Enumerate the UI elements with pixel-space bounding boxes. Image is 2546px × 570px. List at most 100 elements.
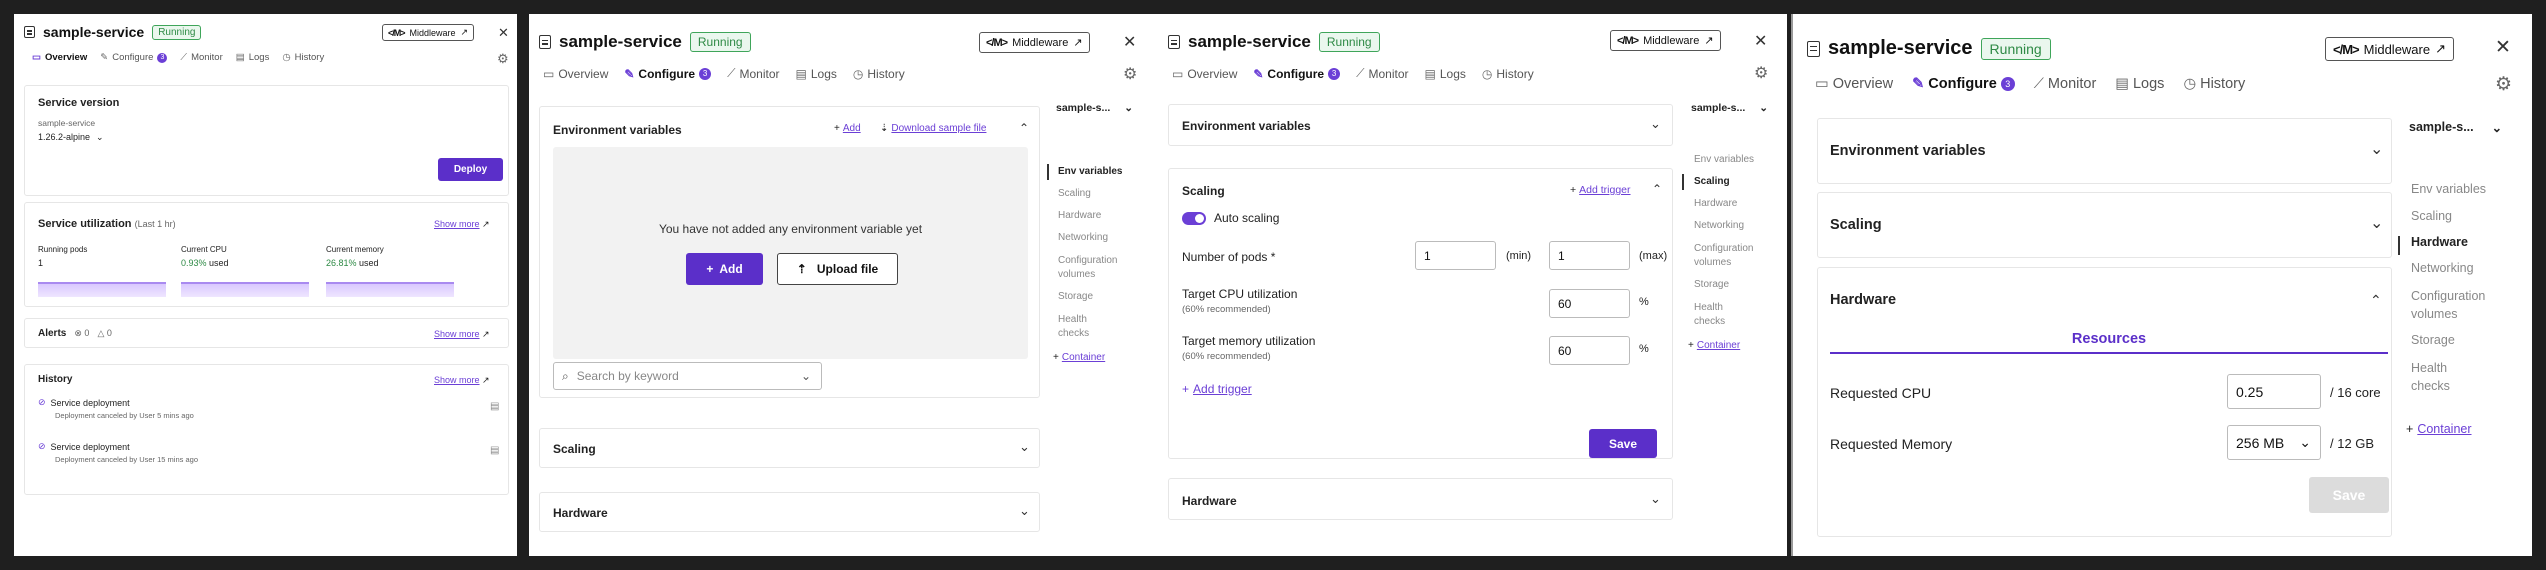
middleware-button[interactable]: </M> Middleware ↗ [1610, 30, 1721, 51]
middleware-logo-icon: </M> [388, 27, 405, 38]
side-nav-networking[interactable]: Networking [2411, 261, 2474, 275]
chevron-down-icon[interactable]: ⌄ [1650, 491, 1661, 507]
tab-monitor[interactable]: ⟋ Monitor [2034, 76, 2097, 92]
cpu-target-input[interactable]: 60 [1549, 289, 1630, 318]
memory-target-input[interactable]: 60 [1549, 336, 1630, 365]
tab-logs[interactable]: ▤ Logs [1425, 67, 1466, 81]
chevron-down-icon[interactable]: ⌄ [1019, 439, 1030, 455]
pods-max-input[interactable]: 1 [1549, 241, 1630, 270]
save-button[interactable]: Save [2309, 477, 2389, 513]
add-container-link[interactable]: + Container [2406, 422, 2472, 436]
side-nav-scaling[interactable]: Scaling [2411, 209, 2452, 223]
gear-icon[interactable]: ⚙ [1754, 63, 1768, 83]
chevron-up-icon[interactable]: ⌃ [1652, 182, 1662, 196]
add-env-button[interactable]: + Add [686, 253, 763, 285]
side-nav-scaling[interactable]: Scaling [1058, 188, 1091, 199]
middleware-button[interactable]: </M> Middleware ↗ [382, 24, 475, 41]
tab-history[interactable]: ◷ History [2183, 76, 2245, 92]
side-nav-hardware[interactable]: Hardware [1694, 198, 1737, 209]
side-nav-config-volumes[interactable]: Configuration volumes [1694, 242, 1769, 270]
chevron-down-icon[interactable]: ⌄ [2370, 213, 2383, 233]
tab-logs[interactable]: ▤ Logs [2115, 76, 2164, 92]
container-select[interactable]: sample-s... ⌄ [1056, 102, 1133, 114]
side-nav-scaling[interactable]: Scaling [1694, 176, 1730, 187]
side-nav-networking[interactable]: Networking [1694, 220, 1744, 231]
document-icon[interactable]: ▤ [490, 401, 499, 412]
save-button[interactable]: Save [1589, 429, 1657, 458]
tab-resources[interactable]: Resources [1830, 331, 2388, 347]
scaling-card[interactable]: Scaling ⌄ [1817, 192, 2392, 258]
version-select[interactable]: 1.26.2-alpine ⌄ [38, 132, 104, 143]
chevron-up-icon[interactable]: ⌃ [2370, 292, 2382, 309]
side-nav-config-volumes[interactable]: Configuration volumes [2411, 287, 2506, 323]
tab-monitor[interactable]: ⟋ Monitor [180, 52, 222, 63]
side-nav-health-checks[interactable]: Health checks [1058, 313, 1108, 341]
tab-history[interactable]: ◷ History [282, 52, 324, 63]
side-nav-storage[interactable]: Storage [1058, 291, 1093, 302]
container-select[interactable]: sample-s... ⌄ [1691, 102, 1768, 114]
utilization-show-more[interactable]: Show more ↗ [434, 219, 490, 230]
search-input[interactable]: ⌕ Search by keyword ⌄ [553, 362, 822, 390]
hardware-card[interactable]: Hardware ⌄ [1168, 478, 1673, 520]
side-nav-hardware[interactable]: Hardware [2411, 235, 2468, 249]
env-add-link[interactable]: + Add [834, 123, 861, 134]
pods-min-input[interactable]: 1 [1415, 241, 1496, 270]
history-show-more[interactable]: Show more ↗ [434, 375, 490, 386]
document-icon[interactable]: ▤ [490, 445, 499, 456]
upload-file-button[interactable]: ⇡ Upload file [777, 253, 898, 285]
chevron-down-icon[interactable]: ⌄ [1650, 116, 1661, 132]
add-trigger-link[interactable]: + Add trigger [1570, 184, 1631, 196]
tab-configure[interactable]: ✎ Configure 3 [1912, 76, 2015, 92]
tab-configure[interactable]: ✎ Configure 3 [624, 67, 712, 81]
env-variables-card[interactable]: Environment variables ⌄ [1817, 118, 2392, 184]
tab-overview[interactable]: ▭ Overview [543, 67, 608, 81]
tab-configure[interactable]: ✎ Configure 3 [1253, 67, 1341, 81]
tab-overview[interactable]: ▭ Overview [1172, 67, 1237, 81]
close-icon[interactable]: ✕ [2495, 36, 2511, 59]
hardware-card[interactable]: Hardware ⌄ [539, 492, 1040, 532]
chevron-up-icon[interactable]: ⌃ [1019, 121, 1029, 135]
close-icon[interactable]: ✕ [1123, 32, 1136, 52]
gear-icon[interactable]: ⚙ [497, 51, 509, 67]
side-nav-storage[interactable]: Storage [1694, 279, 1729, 290]
side-nav-config-volumes[interactable]: Configuration volumes [1058, 254, 1133, 282]
requested-memory-select[interactable]: 256 MB ⌄ [2227, 425, 2321, 460]
side-nav-env-variables[interactable]: Env variables [1058, 166, 1122, 177]
chevron-down-icon[interactable]: ⌄ [2370, 139, 2383, 159]
middleware-button[interactable]: </M> Middleware ↗ [2325, 37, 2455, 61]
container-select[interactable]: sample-s... ⌄ [2409, 120, 2502, 135]
tab-monitor[interactable]: ⟋ Monitor [1356, 66, 1408, 81]
tab-history[interactable]: ◷ History [1482, 67, 1534, 81]
tab-monitor[interactable]: ⟋ Monitor [727, 66, 779, 81]
tab-logs[interactable]: ▤ Logs [236, 52, 270, 63]
tab-logs[interactable]: ▤ Logs [796, 67, 837, 81]
middleware-button[interactable]: </M> Middleware ↗ [979, 32, 1090, 53]
add-trigger-button[interactable]: + Add trigger [1182, 382, 1252, 396]
download-sample-link[interactable]: ⇣ Download sample file [880, 123, 986, 134]
env-variables-card[interactable]: Environment variables ⌄ [1168, 104, 1673, 146]
side-nav-storage[interactable]: Storage [2411, 333, 2455, 347]
side-nav-networking[interactable]: Networking [1058, 232, 1108, 243]
tab-history[interactable]: ◷ History [853, 67, 905, 81]
tab-overview[interactable]: ▭ Overview [1815, 76, 1893, 92]
chevron-down-icon[interactable]: ⌄ [1019, 503, 1030, 519]
alerts-show-more[interactable]: Show more ↗ [434, 329, 490, 340]
gear-icon[interactable]: ⚙ [1123, 64, 1137, 84]
side-nav-env-variables[interactable]: Env variables [2411, 182, 2486, 196]
gear-icon[interactable]: ⚙ [2495, 73, 2512, 96]
deploy-button[interactable]: Deploy [438, 158, 503, 181]
add-container-link[interactable]: + Container [1053, 352, 1105, 363]
scaling-card[interactable]: Scaling ⌄ [539, 428, 1040, 468]
side-nav-hardware[interactable]: Hardware [1058, 210, 1101, 221]
requested-cpu-input[interactable]: 0.25 [2227, 374, 2321, 409]
add-container-link[interactable]: + Container [1688, 340, 1740, 351]
close-icon[interactable]: ✕ [1754, 31, 1767, 51]
tab-configure[interactable]: ✎ Configure 3 [100, 52, 168, 63]
side-nav-health-checks[interactable]: Health checks [1694, 301, 1744, 329]
side-nav-env-variables[interactable]: Env variables [1694, 154, 1754, 165]
close-icon[interactable]: ✕ [498, 25, 509, 41]
auto-scaling-toggle[interactable] [1182, 211, 1206, 225]
side-nav-health-checks[interactable]: Health checks [2411, 359, 2471, 395]
tab-overview[interactable]: ▭ Overview [32, 52, 87, 63]
history-icon: ◷ [282, 52, 291, 63]
